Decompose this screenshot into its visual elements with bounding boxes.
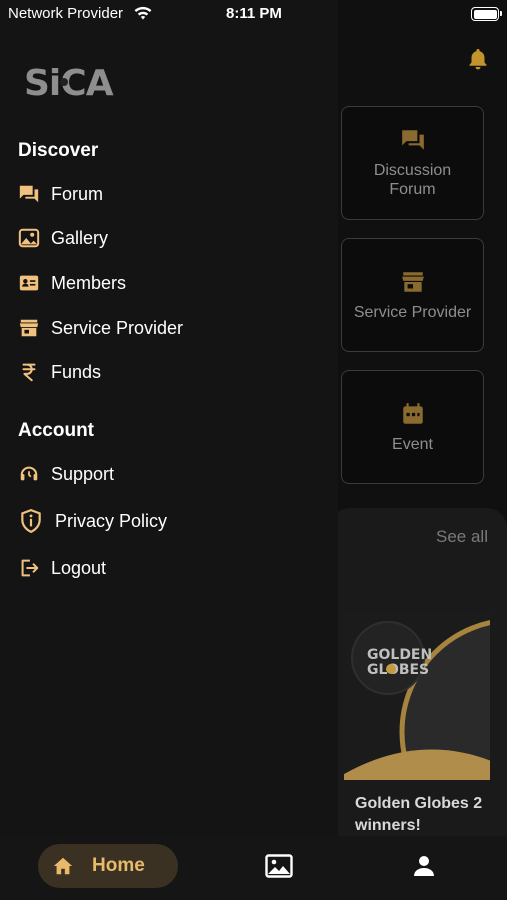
menu-item-gallery[interactable]: Gallery [18,223,108,253]
tile-label: Service Provider [353,303,472,321]
calendar-icon [402,402,423,424]
bottom-navigation: Home [0,836,507,900]
logout-icon [18,557,40,579]
forum-icon [401,130,424,150]
menu-item-support[interactable]: Support [18,459,114,489]
menu-item-members[interactable]: Members [18,268,126,298]
svg-text:GOLDEN: GOLDEN [367,647,432,663]
status-time: 8:11 PM [226,5,282,22]
nav-home-label: Home [92,855,145,876]
menu-label: Forum [51,183,104,204]
menu-item-service-provider[interactable]: Service Provider [18,313,183,343]
person-icon[interactable] [411,854,437,878]
wifi-icon [134,6,152,20]
news-title[interactable]: Golden Globes 2 winners! [355,793,507,837]
storefront-icon [18,317,40,339]
menu-label: Funds [51,361,102,382]
forum-icon [18,183,40,205]
gallery-icon [18,227,40,249]
menu-label: Service Provider [51,317,184,338]
menu-label: Support [51,463,115,484]
navigation-drawer: SiCA Discover Forum Gallery Members Serv… [0,0,338,900]
menu-item-privacy-policy[interactable]: Privacy Policy [18,506,167,536]
svg-text:GLOBES: GLOBES [367,662,429,678]
account-heading: Account [18,420,94,441]
bell-icon[interactable] [466,47,490,71]
members-card-icon [18,272,40,294]
image-icon[interactable] [265,854,293,878]
tile-event[interactable]: Event [341,370,484,484]
sica-logo: SiCA [24,63,115,100]
tile-service-provider[interactable]: Service Provider [341,238,484,352]
menu-label: Logout [51,557,107,578]
nav-home-button[interactable]: Home [38,844,178,888]
golden-globes-image: GOLDEN GLOBES [344,612,490,780]
menu-label: Members [51,272,127,293]
storefront-icon [401,271,424,292]
status-bar: Network Provider 8:11 PM [0,0,507,28]
see-all-link[interactable]: See all [436,527,488,547]
menu-item-logout[interactable]: Logout [18,553,106,583]
svg-text:SiCA: SiCA [24,63,114,100]
battery-icon [471,7,502,21]
discover-heading: Discover [18,140,99,161]
menu-item-forum[interactable]: Forum [18,179,103,209]
menu-label: Gallery [51,227,109,248]
carrier-name: Network Provider [8,5,124,22]
rupee-icon [18,361,40,383]
tile-label: Event [392,435,433,453]
tile-discussion-forum[interactable]: Discussion Forum [341,106,484,220]
tile-label: Discussion Forum [373,162,452,198]
shield-info-icon [18,508,44,534]
menu-label: Privacy Policy [55,510,168,531]
news-card-image[interactable]: GOLDEN GLOBES [344,612,490,780]
home-icon [53,857,73,875]
support-headset-icon [18,463,40,485]
menu-item-funds[interactable]: Funds [18,357,101,387]
